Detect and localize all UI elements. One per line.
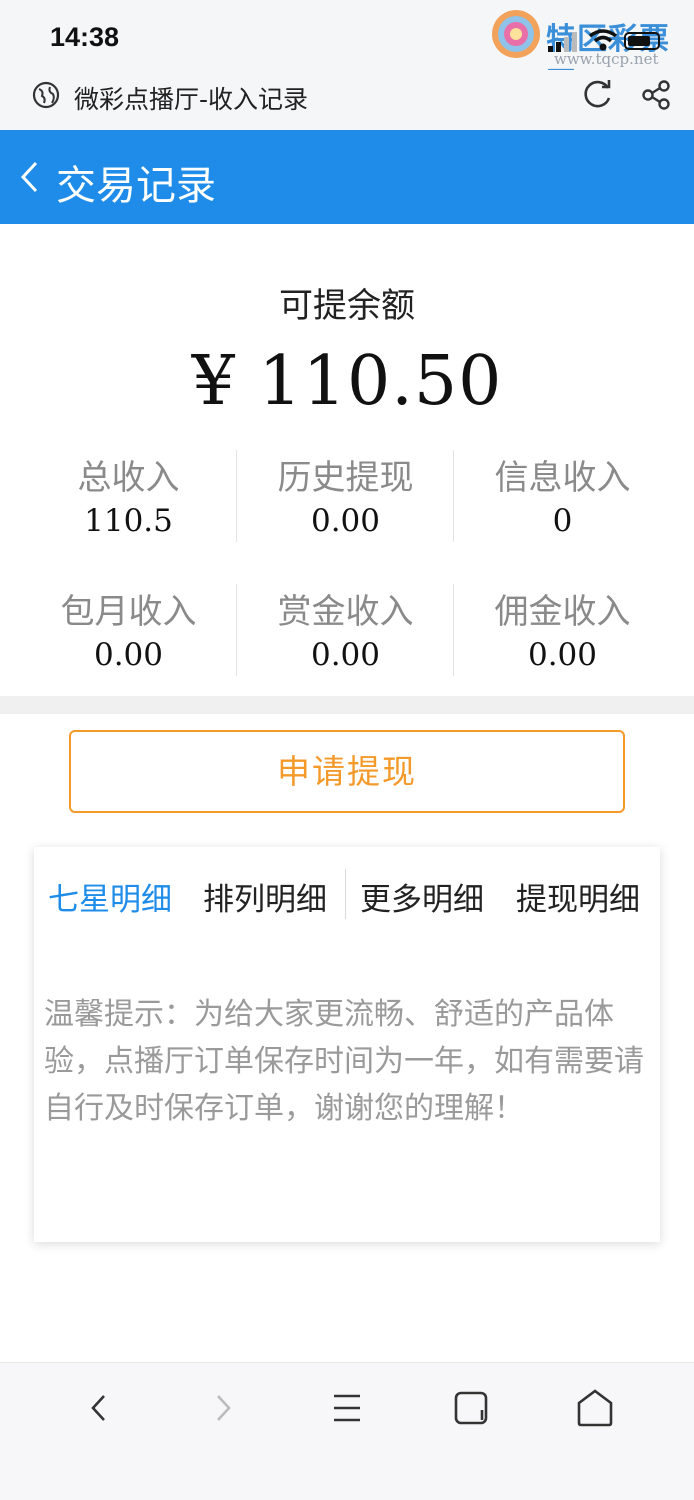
details-card: 七星明细 排列明细 更多明细 提现明细 温馨提示：为给大家更流畅、舒适的产品体验… — [34, 847, 660, 1242]
status-bar: 14:38 特区彩票网 www.tqcp.net — [0, 0, 694, 101]
refresh-icon[interactable] — [580, 78, 614, 112]
header-title: 交易记录 — [56, 163, 216, 209]
menu-icon[interactable] — [322, 1383, 372, 1433]
tabs-icon[interactable] — [446, 1383, 496, 1433]
watermark-url: www.tqcp.net — [554, 50, 659, 68]
app-header: 交易记录 — [0, 130, 694, 224]
balance-label: 可提余额 — [279, 286, 415, 326]
stat-label: 佣金收入 — [494, 592, 631, 632]
stat-label: 信息收入 — [494, 458, 631, 498]
battery-icon — [624, 32, 660, 50]
browser-bottom-nav — [0, 1362, 694, 1500]
tab-pailie-details[interactable]: 排列明细 — [203, 874, 327, 919]
home-icon[interactable] — [570, 1383, 620, 1433]
tab-divider — [345, 869, 346, 919]
stat-value: 110.5 — [84, 503, 173, 539]
stat-label: 赏金收入 — [277, 592, 414, 632]
stat-monthly-income: 包月收入 0.00 — [20, 584, 237, 673]
stat-value: 0.00 — [310, 503, 381, 539]
page-title: 微彩点播厅-收入记录 — [74, 85, 309, 114]
tab-withdrawal-details[interactable]: 提现明细 — [516, 874, 640, 919]
tab-more-details[interactable]: 更多明细 — [360, 874, 484, 919]
stat-divider — [236, 450, 237, 542]
section-separator — [0, 696, 694, 714]
nav-back-icon[interactable] — [74, 1383, 124, 1433]
stat-divider — [453, 450, 454, 542]
stat-divider — [236, 584, 237, 676]
stat-total-income: 总收入 110.5 — [20, 450, 237, 539]
stat-label: 总收入 — [77, 458, 180, 498]
chevron-left-icon[interactable] — [18, 160, 40, 194]
stat-value: 0.00 — [93, 637, 164, 673]
stat-value: 0 — [552, 503, 573, 539]
stat-info-income: 信息收入 0 — [454, 450, 671, 539]
stat-bounty-income: 赏金收入 0.00 — [237, 584, 454, 673]
share-icon[interactable] — [640, 78, 674, 112]
wifi-icon — [588, 29, 618, 51]
stat-history-withdrawal: 历史提现 0.00 — [237, 450, 454, 539]
status-time: 14:38 — [50, 22, 120, 52]
stat-divider — [453, 584, 454, 676]
tab-qixing-details[interactable]: 七星明细 — [48, 874, 172, 919]
balance-value: ¥ 110.50 — [191, 342, 503, 421]
stat-value: 0.00 — [310, 637, 381, 673]
browser-address-bar[interactable]: 微彩点播厅-收入记录 — [0, 70, 694, 130]
stat-commission-income: 佣金收入 0.00 — [454, 584, 671, 673]
globe-icon — [32, 81, 60, 109]
watermark-logo-icon — [492, 10, 540, 58]
withdraw-button[interactable]: 申请提现 — [69, 730, 625, 813]
stat-value: 0.00 — [527, 637, 598, 673]
stat-label: 历史提现 — [277, 458, 414, 498]
notice-text: 温馨提示：为给大家更流畅、舒适的产品体验，点播厅订单保存时间为一年，如有需要请自… — [44, 997, 644, 1126]
signal-icon — [548, 32, 577, 52]
nav-forward-icon[interactable] — [198, 1383, 248, 1433]
stat-label: 包月收入 — [60, 592, 197, 632]
